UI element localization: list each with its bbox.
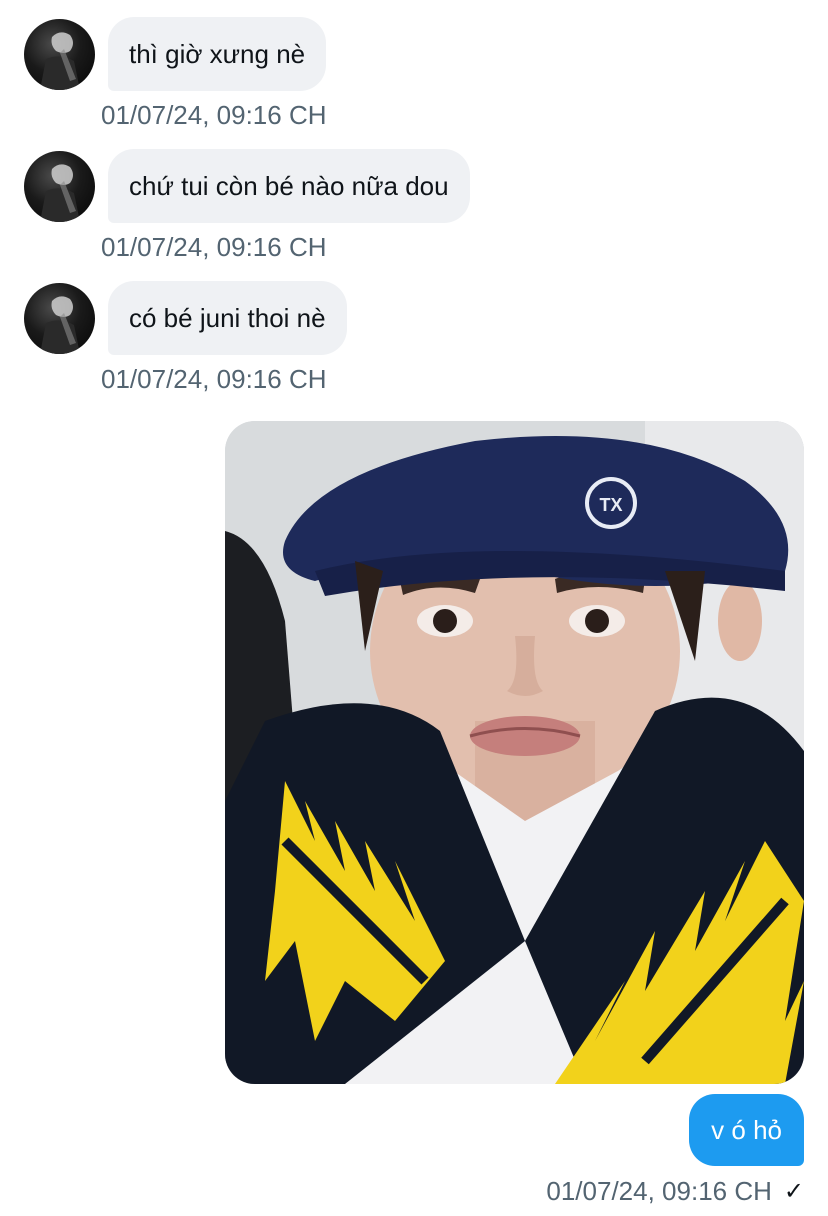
sender-avatar[interactable] [24, 19, 95, 90]
sender-avatar[interactable] [24, 283, 95, 354]
message-timestamp: 01/07/24, 09:16 CH [546, 1176, 772, 1206]
message-bubble[interactable]: thì giờ xưng nè [108, 17, 327, 91]
message-bubble[interactable]: chứ tui còn bé nào nữa dou [108, 149, 470, 223]
message-timestamp: 01/07/24, 09:16 CH [101, 364, 327, 394]
message-timestamp: 01/07/24, 09:16 CH [101, 100, 327, 130]
sent-message-meta: 01/07/24, 09:16 CH ✓ [546, 1176, 804, 1207]
sent-photo[interactable]: TX [225, 421, 804, 1084]
sender-avatar[interactable] [24, 151, 95, 222]
sent-message-bubble[interactable]: v ó hỏ [689, 1094, 804, 1166]
message-timestamp: 01/07/24, 09:16 CH [101, 232, 327, 262]
checkmark-icon: ✓ [783, 1178, 804, 1205]
message-bubble[interactable]: có bé juni thoi nè [108, 281, 347, 355]
svg-text:TX: TX [599, 495, 622, 515]
